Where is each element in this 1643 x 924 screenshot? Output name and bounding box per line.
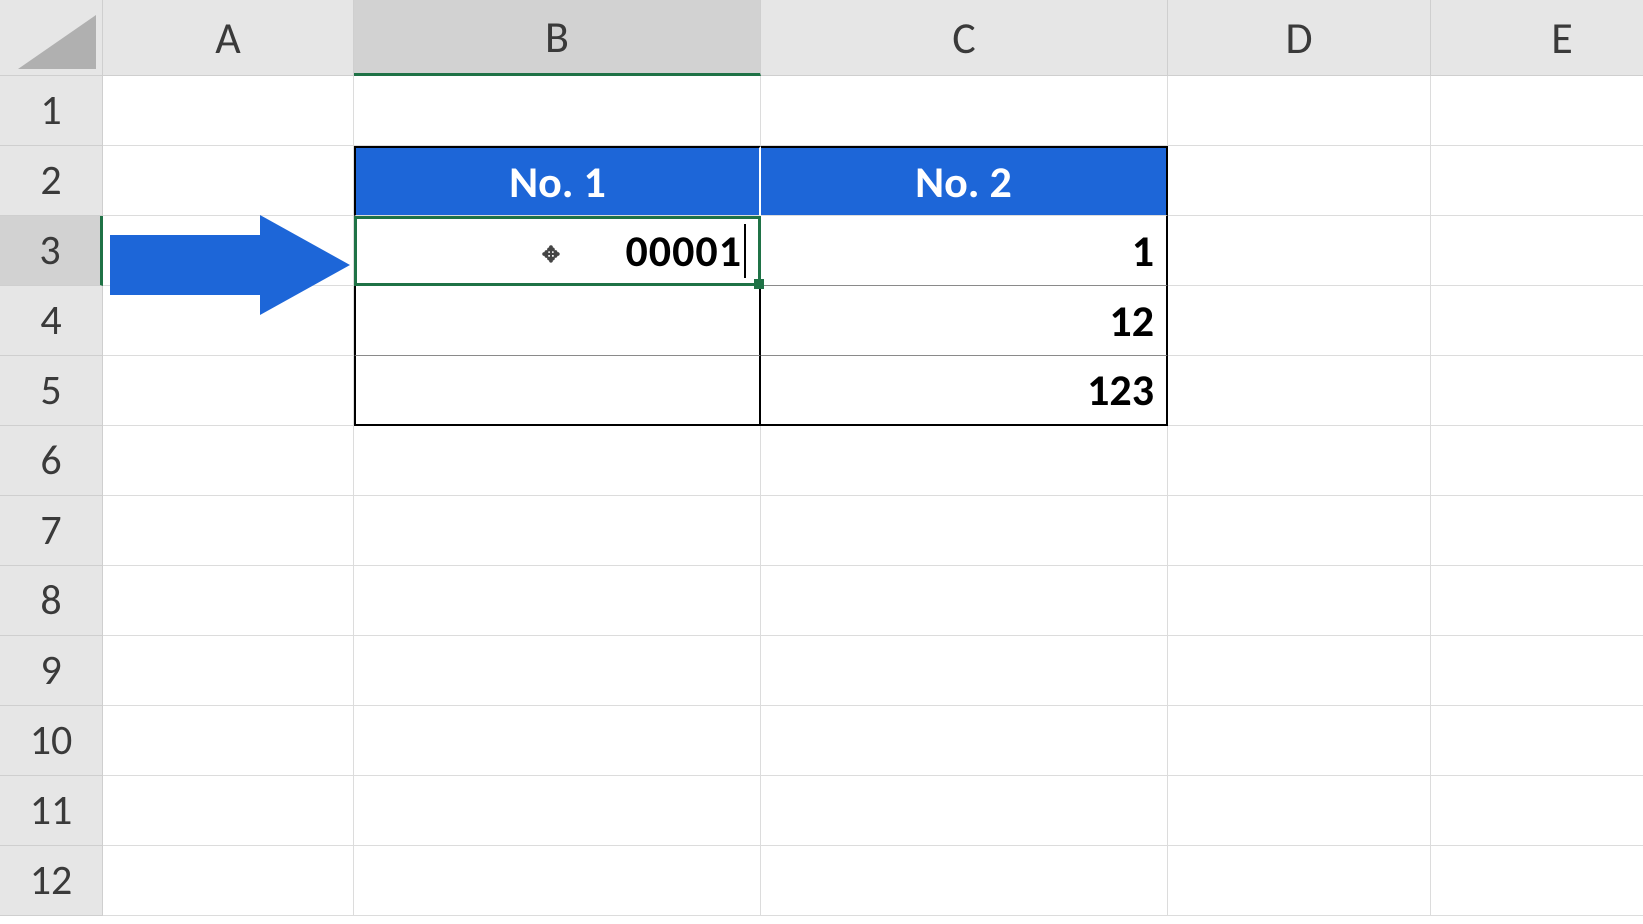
cell-A12[interactable]: [103, 846, 354, 916]
cell-D7[interactable]: [1168, 496, 1431, 566]
row-header-3[interactable]: 3: [0, 216, 103, 286]
row-header-9[interactable]: 9: [0, 636, 103, 706]
cell-B5[interactable]: [354, 356, 761, 426]
cell-C7[interactable]: [761, 496, 1168, 566]
cell-C1[interactable]: [761, 76, 1168, 146]
cell-A9[interactable]: [103, 636, 354, 706]
row-header-12[interactable]: 12: [0, 846, 103, 916]
column-headers: A B C D E: [103, 0, 1643, 76]
cell-E6[interactable]: [1431, 426, 1643, 496]
cell-C2[interactable]: No. 2: [761, 146, 1168, 216]
row-header-11[interactable]: 11: [0, 776, 103, 846]
cell-E7[interactable]: [1431, 496, 1643, 566]
arrow-right-icon: [110, 215, 350, 315]
cell-D2[interactable]: [1168, 146, 1431, 216]
cell-D11[interactable]: [1168, 776, 1431, 846]
cell-D9[interactable]: [1168, 636, 1431, 706]
cell-E10[interactable]: [1431, 706, 1643, 776]
cell-value: No. 1: [509, 155, 606, 209]
row-header-10[interactable]: 10: [0, 706, 103, 776]
cell-B10[interactable]: [354, 706, 761, 776]
cell-C11[interactable]: [761, 776, 1168, 846]
cell-C3[interactable]: 1: [761, 216, 1168, 286]
cell-A2[interactable]: [103, 146, 354, 216]
col-header-C[interactable]: C: [761, 0, 1168, 76]
cell-E3[interactable]: [1431, 216, 1643, 286]
row-header-7[interactable]: 7: [0, 496, 103, 566]
row-header-4[interactable]: 4: [0, 286, 103, 356]
cell-E1[interactable]: [1431, 76, 1643, 146]
cell-D10[interactable]: [1168, 706, 1431, 776]
select-all-corner[interactable]: [0, 0, 103, 76]
cell-A1[interactable]: [103, 76, 354, 146]
cell-A8[interactable]: [103, 566, 354, 636]
cell-D8[interactable]: [1168, 566, 1431, 636]
cell-B4[interactable]: [354, 286, 761, 356]
cell-A7[interactable]: [103, 496, 354, 566]
cell-A10[interactable]: [103, 706, 354, 776]
cell-E8[interactable]: [1431, 566, 1643, 636]
row-header-8[interactable]: 8: [0, 566, 103, 636]
cell-B3[interactable]: ✥ 00001: [354, 216, 761, 286]
edit-cursor-icon: ✥: [542, 245, 560, 263]
col-header-B[interactable]: B: [354, 0, 761, 76]
cell-A5[interactable]: [103, 356, 354, 426]
cell-C8[interactable]: [761, 566, 1168, 636]
cell-B9[interactable]: [354, 636, 761, 706]
cell-C9[interactable]: [761, 636, 1168, 706]
cell-B2[interactable]: No. 1: [354, 146, 761, 216]
row-headers: 1 2 3 4 5 6 7 8 9 10 11 12: [0, 76, 103, 916]
cell-E2[interactable]: [1431, 146, 1643, 216]
cells-grid: No. 1 No. 2 ✥ 00001 1 12 12: [103, 76, 1643, 916]
cell-B1[interactable]: [354, 76, 761, 146]
row-header-2[interactable]: 2: [0, 146, 103, 216]
cell-B7[interactable]: [354, 496, 761, 566]
cell-value: No. 2: [915, 155, 1012, 209]
row-header-1[interactable]: 1: [0, 76, 103, 146]
cell-B11[interactable]: [354, 776, 761, 846]
cell-A11[interactable]: [103, 776, 354, 846]
cell-D5[interactable]: [1168, 356, 1431, 426]
fill-handle[interactable]: [754, 279, 764, 289]
cell-C6[interactable]: [761, 426, 1168, 496]
cell-E4[interactable]: [1431, 286, 1643, 356]
row-header-5[interactable]: 5: [0, 356, 103, 426]
col-header-E[interactable]: E: [1431, 0, 1643, 76]
cell-E5[interactable]: [1431, 356, 1643, 426]
cell-C5[interactable]: 123: [761, 356, 1168, 426]
cell-E9[interactable]: [1431, 636, 1643, 706]
cell-A6[interactable]: [103, 426, 354, 496]
cell-C10[interactable]: [761, 706, 1168, 776]
col-header-D[interactable]: D: [1168, 0, 1431, 76]
cell-D12[interactable]: [1168, 846, 1431, 916]
cell-D3[interactable]: [1168, 216, 1431, 286]
cell-D4[interactable]: [1168, 286, 1431, 356]
cell-D6[interactable]: [1168, 426, 1431, 496]
cell-B12[interactable]: [354, 846, 761, 916]
cell-C12[interactable]: [761, 846, 1168, 916]
cell-value: 123: [1087, 363, 1154, 417]
row-header-6[interactable]: 6: [0, 426, 103, 496]
cell-B8[interactable]: [354, 566, 761, 636]
cell-E11[interactable]: [1431, 776, 1643, 846]
cell-E12[interactable]: [1431, 846, 1643, 916]
cell-D1[interactable]: [1168, 76, 1431, 146]
cell-B6[interactable]: [354, 426, 761, 496]
cell-value: 12: [1109, 294, 1154, 348]
col-header-A[interactable]: A: [103, 0, 354, 76]
cell-C4[interactable]: 12: [761, 286, 1168, 356]
cell-value: 1: [1132, 224, 1154, 278]
cell-value: 00001: [625, 224, 746, 278]
